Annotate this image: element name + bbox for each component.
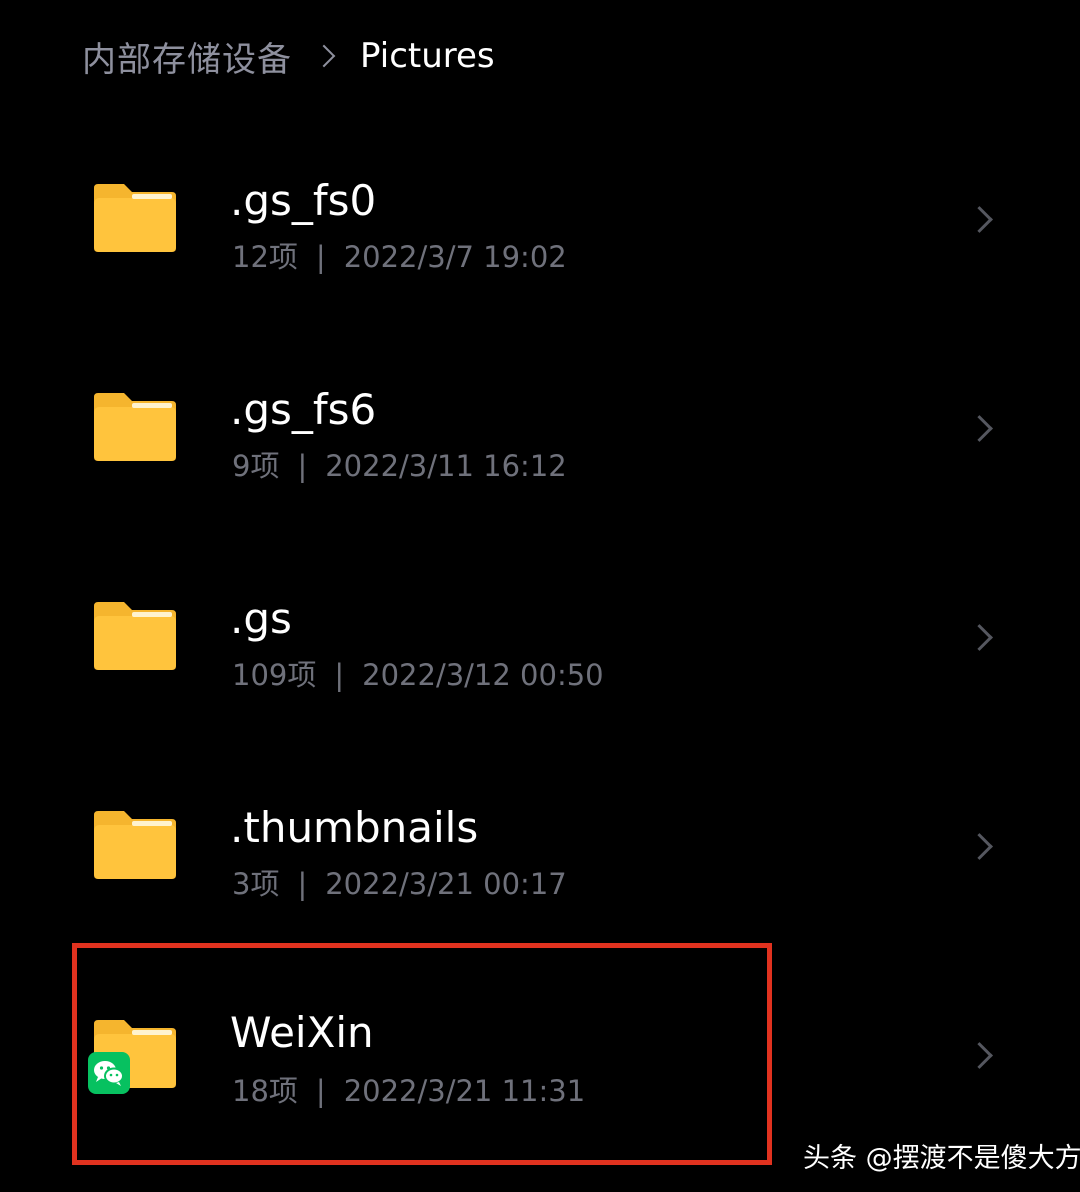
folder-name: .gs_fs0 xyxy=(230,176,377,225)
breadcrumb: 内部存储设备 Pictures xyxy=(82,28,495,84)
folder-meta: 9项 | 2022/3/11 16:12 xyxy=(232,443,567,485)
folder-row-thumbnails[interactable]: .thumbnails 3项 | 2022/3/21 00:17 xyxy=(0,765,1080,925)
folder-name: .thumbnails xyxy=(230,803,479,852)
folder-icon xyxy=(94,811,176,879)
highlight-box xyxy=(72,943,772,1165)
folder-name: .gs_fs6 xyxy=(230,385,377,434)
meta-separator: | xyxy=(315,240,326,274)
chevron-right-icon xyxy=(966,415,993,442)
item-count: 12项 xyxy=(232,240,298,274)
folder-meta: 109项 | 2022/3/12 00:50 xyxy=(232,652,604,694)
folder-icon xyxy=(94,393,176,461)
folder-icon xyxy=(94,184,176,252)
chevron-right-icon xyxy=(966,1042,993,1069)
watermark: 头条 @摆渡不是傻大方 xyxy=(803,1143,1080,1174)
modified-time: 2022/3/21 00:17 xyxy=(325,867,567,901)
breadcrumb-current: Pictures xyxy=(360,36,495,76)
chevron-right-icon xyxy=(966,624,993,651)
folder-meta: 12项 | 2022/3/7 19:02 xyxy=(232,234,567,276)
folder-row-gs-fs6[interactable]: .gs_fs6 9项 | 2022/3/11 16:12 xyxy=(0,347,1080,507)
folder-row-gs-fs0[interactable]: .gs_fs0 12项 | 2022/3/7 19:02 xyxy=(0,138,1080,298)
folder-row-gs[interactable]: .gs 109项 | 2022/3/12 00:50 xyxy=(0,556,1080,716)
folder-icon xyxy=(94,602,176,670)
chevron-right-icon xyxy=(966,833,993,860)
item-count: 109项 xyxy=(232,658,317,692)
item-count: 9项 xyxy=(232,449,280,483)
meta-separator: | xyxy=(297,449,308,483)
chevron-right-icon xyxy=(312,44,336,68)
folder-name: .gs xyxy=(230,594,292,643)
folder-meta: 3项 | 2022/3/21 00:17 xyxy=(232,861,567,903)
chevron-right-icon xyxy=(966,206,993,233)
modified-time: 2022/3/12 00:50 xyxy=(362,658,604,692)
modified-time: 2022/3/7 19:02 xyxy=(343,240,567,274)
breadcrumb-root[interactable]: 内部存储设备 xyxy=(82,32,292,81)
item-count: 3项 xyxy=(232,867,280,901)
meta-separator: | xyxy=(334,658,345,692)
modified-time: 2022/3/11 16:12 xyxy=(325,449,567,483)
meta-separator: | xyxy=(297,867,308,901)
